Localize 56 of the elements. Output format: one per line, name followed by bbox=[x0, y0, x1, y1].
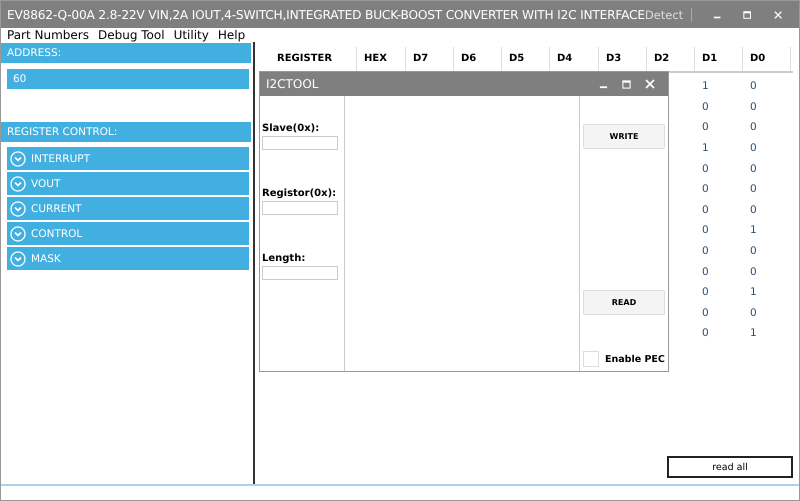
table-cell-text: 0 bbox=[701, 183, 710, 196]
table-cell-text: 1 bbox=[701, 142, 710, 154]
table-cell-text: 0 bbox=[701, 204, 710, 216]
field-label: Slave(0x): bbox=[262, 123, 320, 135]
table-cell-text: 1 bbox=[749, 286, 758, 298]
group-label: MASK bbox=[31, 252, 61, 264]
table-cell-text: 0 bbox=[749, 162, 758, 175]
table-cell-text: 0 bbox=[701, 286, 710, 298]
column-header: D1 bbox=[695, 47, 743, 71]
table-cell-text: 1 bbox=[701, 80, 710, 92]
input-field[interactable] bbox=[262, 136, 338, 150]
field-label: Registor(0x): bbox=[262, 188, 338, 200]
table-cell-text: 0 bbox=[701, 121, 710, 134]
checkbox[interactable] bbox=[583, 351, 599, 367]
group-label: CURRENT bbox=[31, 202, 82, 214]
close-icon[interactable] bbox=[774, 10, 782, 20]
table-cell-text: 0 bbox=[701, 327, 710, 340]
table-cell-text: 0 bbox=[701, 245, 710, 258]
menu-item[interactable]: Debug Tool bbox=[98, 28, 165, 42]
input-field[interactable] bbox=[262, 266, 338, 280]
table-cell-text: 0 bbox=[701, 224, 710, 236]
table-cell-text: 0 bbox=[749, 183, 758, 196]
write-button[interactable]: WRITE bbox=[583, 124, 665, 149]
table-cell-text: 0 bbox=[749, 100, 758, 113]
table-cell-text: 0 bbox=[749, 306, 758, 319]
read-button[interactable]: READ bbox=[583, 290, 665, 315]
group-label: CONTROL bbox=[31, 228, 82, 240]
menu-item[interactable]: Utility bbox=[174, 28, 209, 42]
menu-item[interactable]: Help bbox=[218, 28, 246, 42]
table-cell-text: 0 bbox=[749, 80, 758, 92]
table-cell-text: 0 bbox=[749, 121, 758, 134]
table-cell-text: 0 bbox=[749, 266, 758, 278]
maximize-icon[interactable] bbox=[622, 80, 631, 88]
table-cell-text: 0 bbox=[749, 142, 758, 154]
table-cell-text: 0 bbox=[701, 266, 710, 278]
menu-item[interactable]: Part Numbers bbox=[7, 28, 89, 42]
field-label: Length: bbox=[262, 253, 306, 265]
section-header: ADDRESS: bbox=[1, 43, 251, 63]
column-header: D0 bbox=[743, 47, 791, 71]
maximize-icon[interactable] bbox=[743, 10, 752, 20]
input-field[interactable] bbox=[262, 201, 338, 215]
section-header: REGISTER CONTROL: bbox=[1, 122, 251, 142]
table-cell-text: 1 bbox=[749, 224, 758, 236]
table-cell-text: 0 bbox=[701, 162, 710, 175]
checkbox-label: Enable PEC bbox=[605, 354, 665, 364]
table-cell-text: 0 bbox=[749, 204, 758, 216]
close-icon[interactable] bbox=[645, 79, 655, 89]
group-label: INTERRUPT bbox=[31, 152, 90, 164]
group-label: VOUT bbox=[31, 178, 60, 190]
table-cell-text: 1 bbox=[749, 327, 758, 340]
read-all-button[interactable]: read all bbox=[667, 456, 793, 478]
table-cell-text: 0 bbox=[749, 245, 758, 258]
window-title: EV8862-Q-00A 2.8-22V VIN,2A IOUT,4-SWITCH,INTEGRATED BUCK-BOOST CONVERTER WITH I2C INTERFACE bbox=[7, 8, 645, 22]
table-cell-text: 0 bbox=[701, 306, 710, 319]
table-cell-text: 0 bbox=[701, 100, 710, 113]
dialog-title: I2CTOOL bbox=[266, 77, 320, 91]
